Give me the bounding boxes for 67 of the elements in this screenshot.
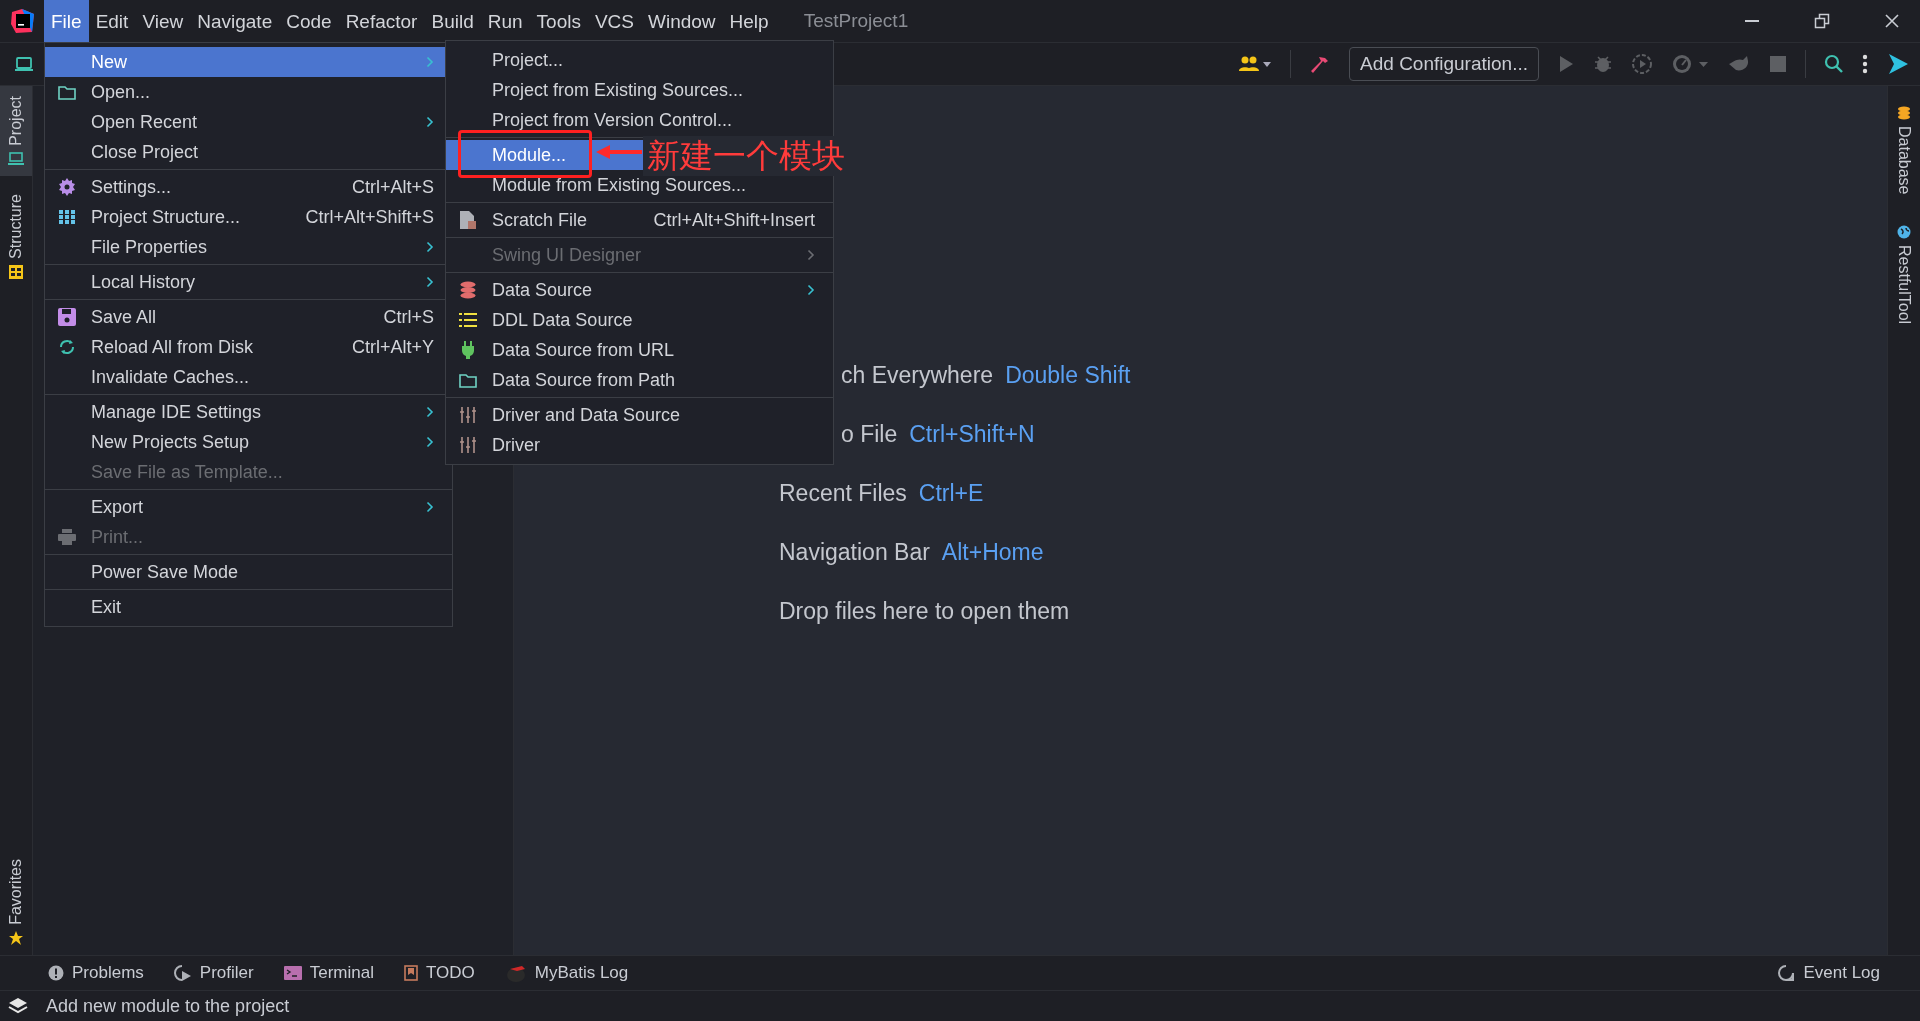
- tool-window-tab[interactable]: Database: [1895, 106, 1913, 195]
- tool-window-tab[interactable]: Profiler: [173, 963, 254, 983]
- run-icon[interactable]: [1557, 54, 1575, 74]
- hint-label: o File: [841, 421, 898, 448]
- tool-window-tab[interactable]: TODO: [403, 963, 475, 983]
- database-icon: [1897, 106, 1911, 120]
- tool-window-tab[interactable]: MyBatis Log: [504, 963, 629, 983]
- menu-item[interactable]: Local History: [45, 267, 452, 297]
- hint-shortcut: Alt+Home: [941, 539, 1044, 566]
- hint-label: Recent Files: [779, 480, 907, 507]
- layers-icon[interactable]: [8, 997, 28, 1015]
- structure-icon: [9, 264, 23, 279]
- hint-label: ch Everywhere: [841, 362, 994, 389]
- tool-window-tab[interactable]: Problems: [48, 963, 144, 983]
- people-icon[interactable]: [1238, 55, 1273, 73]
- project-title: TestProject1: [803, 10, 909, 32]
- hint-shortcut: Ctrl+E: [918, 480, 984, 507]
- menu-bar-item[interactable]: Refactor: [338, 0, 425, 43]
- menu-bar-item[interactable]: VCS: [587, 0, 641, 43]
- star-icon: [9, 931, 23, 945]
- menu-item[interactable]: Export: [45, 492, 452, 522]
- profiler-icon: [173, 964, 192, 982]
- laptop-icon[interactable]: [14, 56, 34, 72]
- menu-item[interactable]: Power Save Mode: [45, 557, 452, 587]
- tool-window-tab[interactable]: Project: [0, 86, 32, 176]
- menu-item[interactable]: Data Source from Path: [446, 365, 833, 395]
- globe-icon: [1897, 224, 1911, 239]
- more-icon[interactable]: [1862, 54, 1868, 74]
- bookmark-icon: [403, 965, 418, 981]
- menu-item[interactable]: Exit: [45, 592, 452, 622]
- menu-bar-item[interactable]: Run: [480, 0, 530, 43]
- menu-item[interactable]: Scratch File Ctrl+Alt+Shift+Insert: [446, 205, 833, 235]
- tool-window-tab[interactable]: Terminal: [283, 963, 374, 983]
- tool-window-tab[interactable]: Structure: [0, 183, 32, 289]
- menu-item[interactable]: Settings... Ctrl+Alt+S: [45, 172, 452, 202]
- menu-bar-item[interactable]: Navigate: [190, 0, 280, 43]
- restore-icon[interactable]: [1814, 13, 1830, 29]
- hint-shortcut: Double Shift: [1005, 362, 1131, 389]
- hint-label: Drop files here to open them: [779, 598, 1070, 625]
- app-logo-icon: [10, 8, 36, 34]
- status-message: Add new module to the project: [46, 995, 290, 1017]
- close-icon[interactable]: [1884, 13, 1900, 29]
- menu-bar-item[interactable]: Edit: [88, 0, 136, 43]
- tool-window-tab[interactable]: Favorites: [0, 849, 32, 955]
- laptop-icon: [8, 151, 24, 166]
- menu-bar-item[interactable]: Code: [279, 0, 339, 43]
- annotation-arrow: [596, 144, 642, 160]
- tool-window-tab[interactable]: RestfulTool: [1895, 224, 1913, 324]
- speech-bubble-icon: [1777, 964, 1796, 982]
- event-log-tab[interactable]: Event Log: [1777, 963, 1880, 983]
- plugin-logo-icon[interactable]: [1886, 52, 1910, 76]
- add-configuration-button[interactable]: Add Configuration...: [1349, 47, 1539, 81]
- coverage-icon[interactable]: [1631, 53, 1653, 75]
- menu-bar-item[interactable]: Help: [722, 0, 776, 43]
- bug-icon[interactable]: [1593, 54, 1613, 74]
- alert-icon: [48, 965, 64, 981]
- hint-label: Navigation Bar: [779, 539, 930, 566]
- search-icon[interactable]: [1824, 54, 1844, 74]
- menu-bar-item[interactable]: Window: [641, 0, 723, 43]
- menu-bar-item[interactable]: View: [135, 0, 191, 43]
- menu-bar-item[interactable]: File: [44, 0, 89, 43]
- stop-icon[interactable]: [1769, 55, 1787, 73]
- menu-bar-item[interactable]: Tools: [529, 0, 588, 43]
- gauge-icon[interactable]: [1671, 53, 1709, 75]
- hint-shortcut: Ctrl+Shift+N: [909, 421, 1035, 448]
- menu-bar-item[interactable]: Build: [424, 0, 481, 43]
- terminal-icon: [283, 966, 302, 980]
